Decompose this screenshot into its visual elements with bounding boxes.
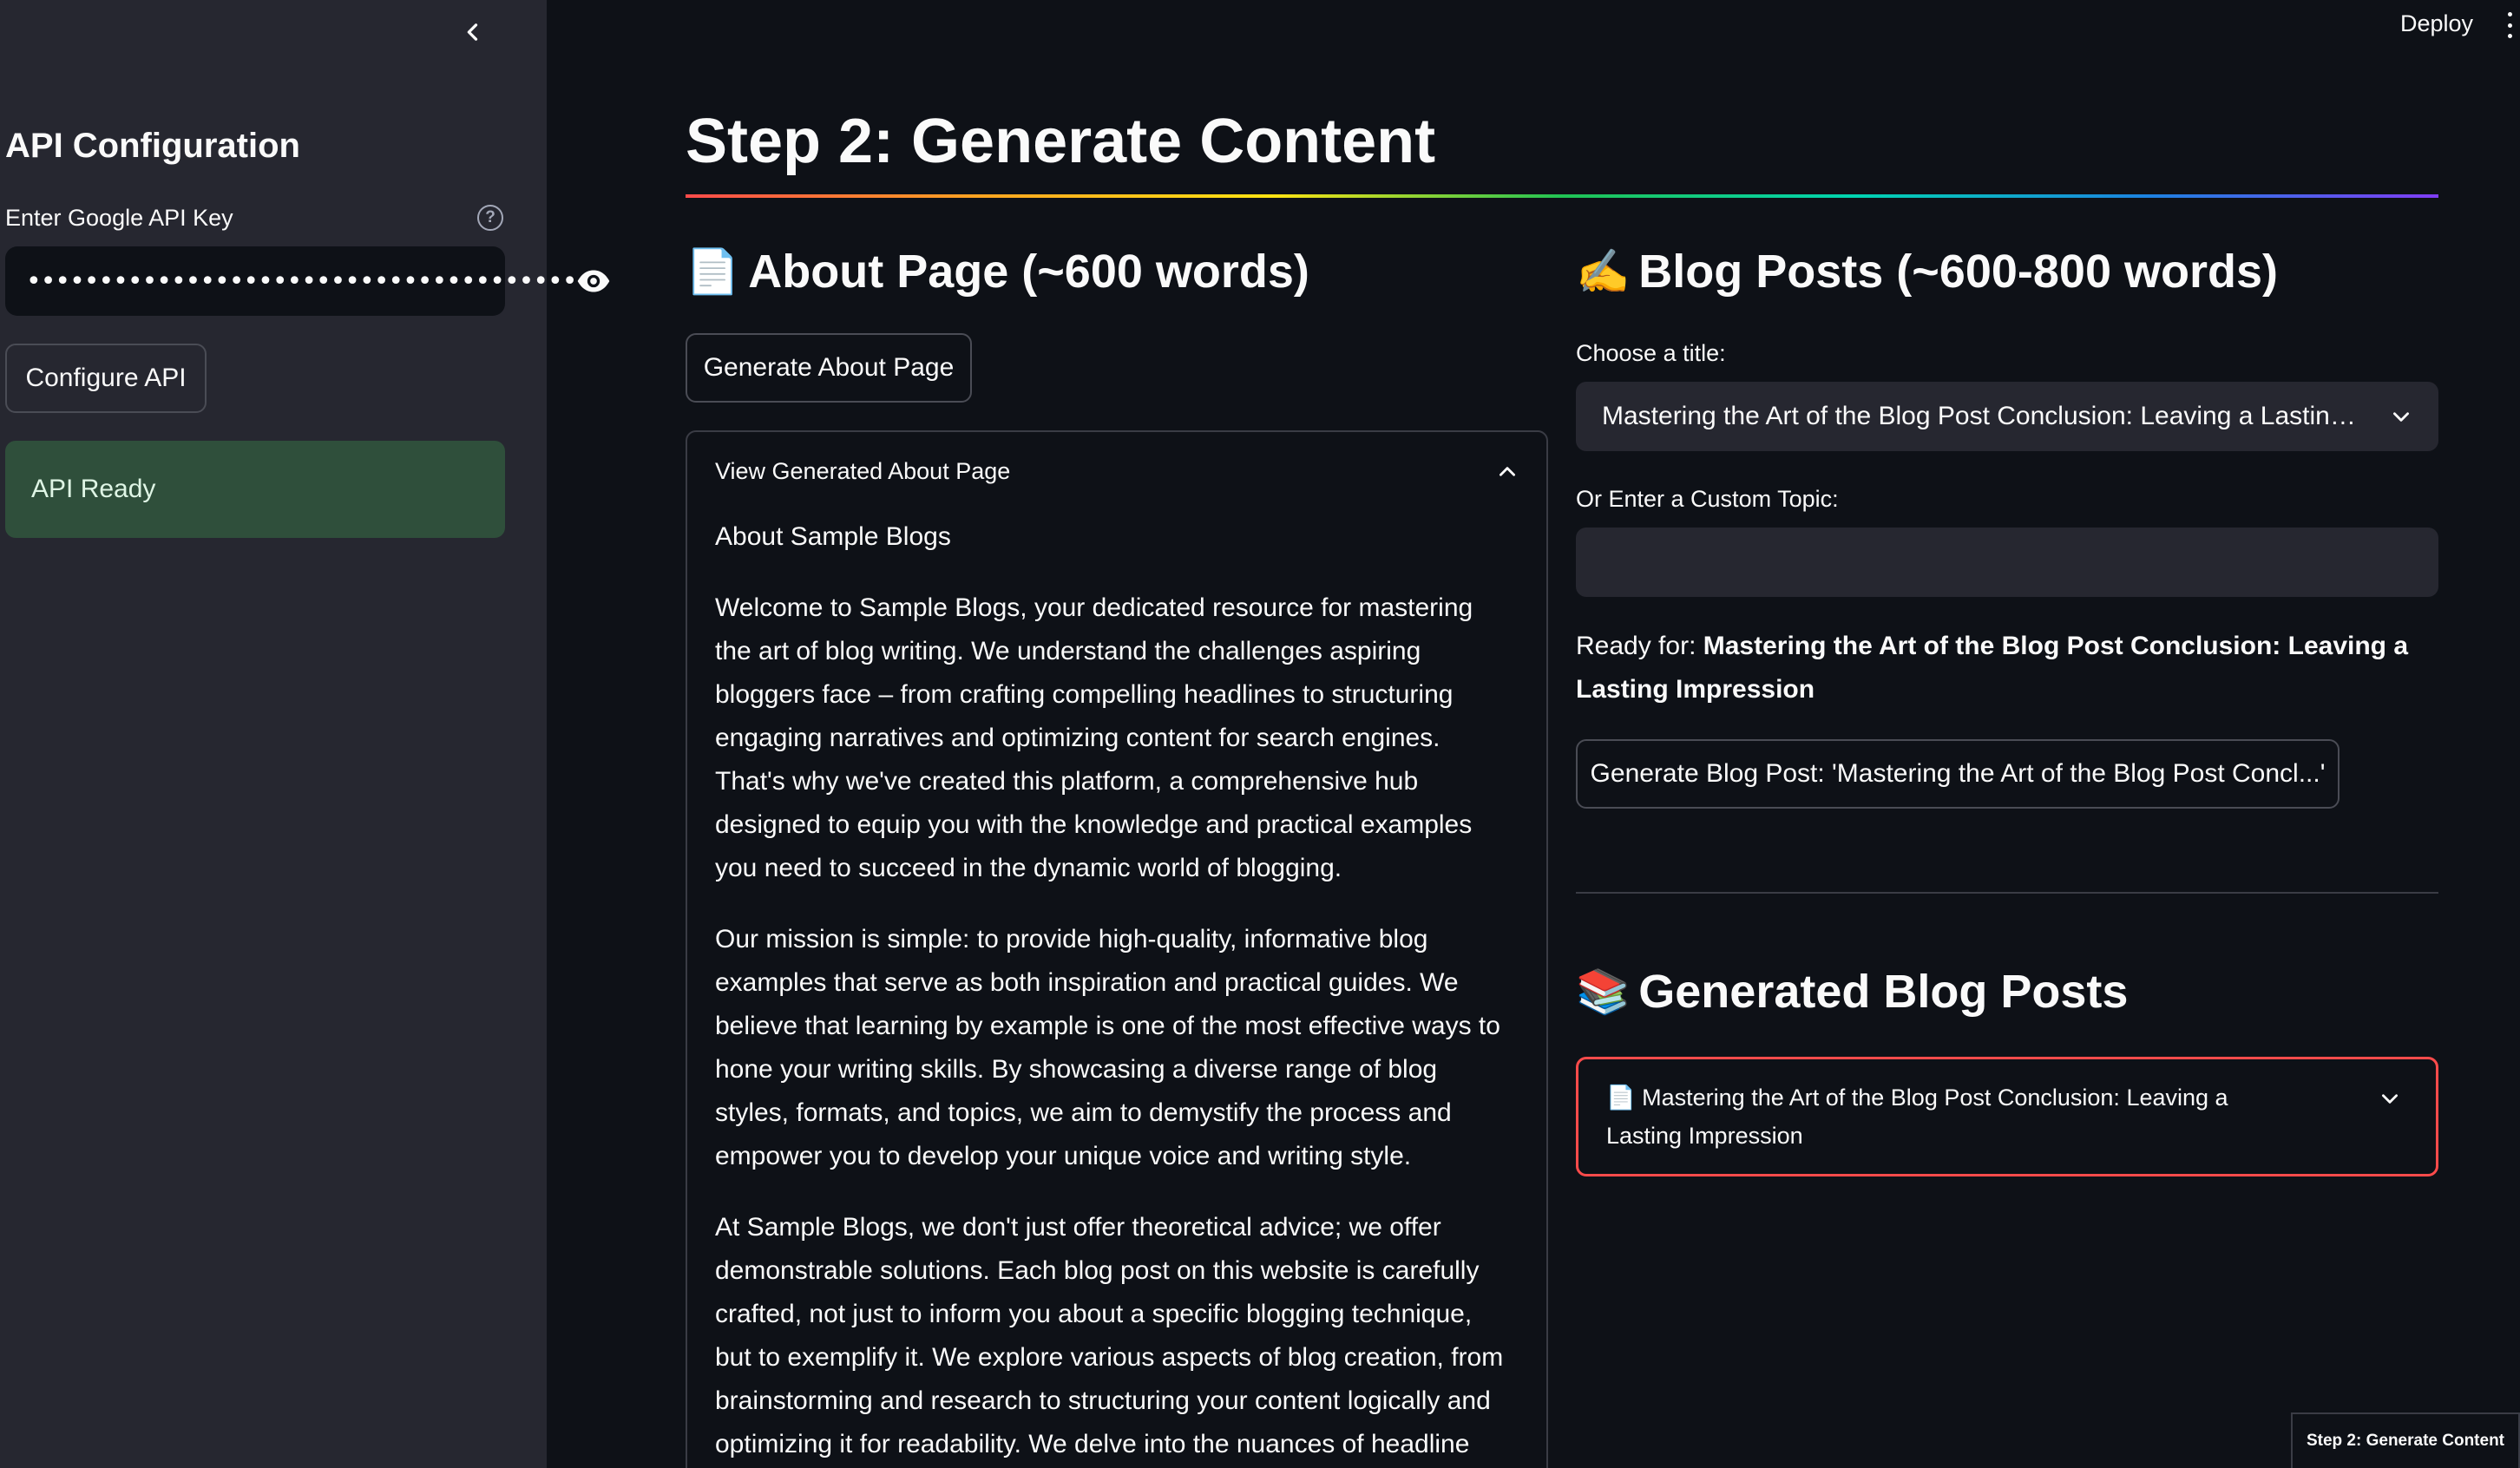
app-root: API Configuration Enter Google API Key ?… bbox=[0, 0, 2520, 1468]
custom-topic-label: Or Enter a Custom Topic: bbox=[1576, 486, 1839, 512]
blog-posts-heading-text: Blog Posts (~600-800 words) bbox=[1638, 246, 2278, 298]
generated-posts-heading-text: Generated Blog Posts bbox=[1638, 966, 2129, 1018]
api-key-label: Enter Google API Key bbox=[5, 205, 233, 231]
api-key-input[interactable]: •••••••••••••••••••••••••••••••••••••• bbox=[5, 246, 610, 316]
ready-for-prefix: Ready for: bbox=[1576, 632, 1703, 660]
about-expander-body: About Sample Blogs Welcome to Sample Blo… bbox=[715, 515, 1513, 1468]
about-heading-text: About Page (~600 words) bbox=[748, 246, 1309, 298]
generated-post-title: 📄 Mastering the Art of the Blog Post Con… bbox=[1606, 1078, 2300, 1155]
sidebar-title: API Configuration bbox=[5, 127, 300, 165]
chevron-left-icon bbox=[467, 23, 478, 41]
generate-blog-post-button[interactable]: Generate Blog Post: 'Mastering the Art o… bbox=[1576, 739, 2340, 809]
section-anchor-tag[interactable]: Step 2: Generate Content bbox=[2291, 1412, 2520, 1468]
main-menu-icon[interactable] bbox=[2508, 12, 2513, 38]
generated-posts-heading: 📚 Generated Blog Posts bbox=[1576, 965, 2128, 1019]
title-select-value: Mastering the Art of the Blog Post Concl… bbox=[1602, 402, 2390, 430]
api-status-text: API Ready bbox=[31, 475, 156, 503]
section-divider bbox=[1576, 892, 2438, 894]
deploy-button[interactable]: Deploy bbox=[2400, 10, 2473, 37]
chevron-down-icon bbox=[2382, 1094, 2398, 1104]
api-status-banner: API Ready bbox=[5, 441, 505, 538]
configure-api-button[interactable]: Configure API bbox=[5, 344, 207, 413]
about-expander-label: View Generated About Page bbox=[715, 458, 1011, 484]
chevron-down-icon bbox=[2393, 412, 2409, 422]
about-page-expander: View Generated About Page About Sample B… bbox=[686, 430, 1548, 1468]
title-select[interactable]: Mastering the Art of the Blog Post Concl… bbox=[1576, 382, 2438, 451]
about-paragraph: Our mission is simple: to provide high-q… bbox=[715, 925, 1500, 1170]
api-key-value: •••••••••••••••••••••••••••••••••••••• bbox=[26, 265, 577, 297]
sidebar: API Configuration Enter Google API Key ?… bbox=[0, 0, 610, 1468]
about-expander-header[interactable]: View Generated About Page bbox=[715, 458, 1519, 485]
title-divider bbox=[686, 194, 2438, 198]
choose-title-label: Choose a title: bbox=[1576, 340, 1726, 366]
help-icon[interactable]: ? bbox=[477, 205, 503, 231]
generate-about-page-button[interactable]: Generate About Page bbox=[686, 333, 972, 403]
custom-topic-input[interactable] bbox=[1576, 528, 2438, 597]
page-title: Step 2: Generate Content bbox=[686, 107, 1436, 176]
chevron-up-icon bbox=[1500, 466, 1515, 476]
about-subtitle: About Sample Blogs bbox=[715, 522, 951, 551]
eye-icon[interactable] bbox=[576, 246, 611, 316]
about-paragraph: Welcome to Sample Blogs, your dedicated … bbox=[715, 593, 1473, 882]
collapse-sidebar-button[interactable] bbox=[451, 10, 495, 54]
ready-for-text: Ready for: Mastering the Art of the Blog… bbox=[1576, 625, 2426, 711]
about-paragraph: At Sample Blogs, we don't just offer the… bbox=[715, 1213, 1504, 1458]
page-icon: 📄 bbox=[686, 246, 740, 296]
about-heading: 📄 About Page (~600 words) bbox=[686, 245, 1309, 298]
generated-post-title-text: Mastering the Art of the Blog Post Concl… bbox=[1606, 1085, 2228, 1149]
blog-posts-heading: ✍️ Blog Posts (~600-800 words) bbox=[1576, 245, 2278, 298]
writing-hand-icon: ✍️ bbox=[1576, 246, 1631, 296]
document-icon: 📄 bbox=[1606, 1085, 1636, 1111]
generated-post-expander[interactable]: 📄 Mastering the Art of the Blog Post Con… bbox=[1576, 1057, 2438, 1176]
books-icon: 📚 bbox=[1576, 967, 1631, 1016]
